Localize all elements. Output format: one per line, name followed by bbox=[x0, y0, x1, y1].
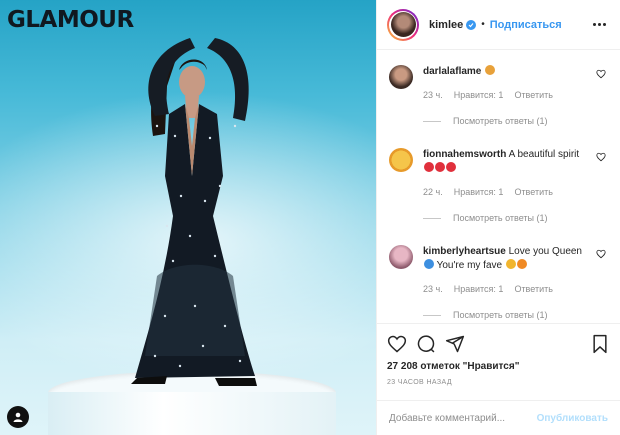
commenter-avatar[interactable] bbox=[389, 65, 413, 89]
fire-emoji-icon bbox=[516, 259, 527, 269]
add-comment-bar: Добавьте комментарий... Опубликовать bbox=[377, 400, 620, 435]
comment-username[interactable]: darlalaflame bbox=[423, 66, 481, 77]
comment-input[interactable]: Добавьте комментарий... bbox=[389, 413, 537, 424]
user-tag-button[interactable] bbox=[7, 406, 29, 428]
follow-button[interactable]: Подписаться bbox=[490, 19, 562, 31]
separator-dot: • bbox=[481, 19, 485, 30]
comment-text: Love you Queen bbox=[508, 246, 582, 257]
likes-count[interactable]: 27 208 отметок "Нравится" bbox=[387, 361, 610, 372]
comment-likes[interactable]: Нравится: 1 bbox=[454, 282, 504, 296]
smile-emoji-icon bbox=[485, 65, 496, 75]
commenter-avatar[interactable] bbox=[389, 148, 413, 172]
commenter-avatar[interactable] bbox=[389, 245, 413, 269]
bookmark-icon[interactable] bbox=[590, 334, 610, 354]
post-actions: 27 208 отметок "Нравится" 23 часов назад bbox=[377, 323, 620, 386]
comment-item: fionnahemsworth A beautiful spirit 22 ч.… bbox=[377, 128, 620, 225]
comment-heart-icon[interactable] bbox=[596, 69, 606, 79]
author-avatar[interactable] bbox=[387, 8, 419, 41]
publish-button[interactable]: Опубликовать bbox=[537, 413, 608, 424]
star-eyes-emoji-icon bbox=[505, 259, 516, 269]
comment-likes[interactable]: Нравится: 1 bbox=[454, 185, 504, 199]
model-figure bbox=[131, 38, 257, 386]
comment-heart-icon[interactable] bbox=[596, 152, 606, 162]
comment-likes[interactable]: Нравится: 1 bbox=[454, 88, 504, 102]
heart-emoji-icon bbox=[446, 162, 456, 172]
reply-button[interactable]: Ответить bbox=[514, 88, 552, 102]
comment-username[interactable]: kimberlyheartsue bbox=[423, 246, 506, 257]
comment-time: 22 ч. bbox=[423, 187, 443, 197]
comment-heart-icon[interactable] bbox=[596, 249, 606, 259]
comment-item: darlalaflame 23 ч. Нравится: 1 Ответить … bbox=[377, 51, 620, 128]
view-replies-label: Посмотреть ответы (1) bbox=[453, 116, 548, 126]
reply-button[interactable]: Ответить bbox=[514, 282, 552, 296]
blue-heart-emoji-icon bbox=[424, 259, 434, 269]
post-panel: kimlee • Подписаться darlalaflame 23 ч. … bbox=[376, 0, 620, 435]
heart-icon[interactable] bbox=[387, 334, 407, 354]
view-replies-label: Посмотреть ответы (1) bbox=[453, 213, 548, 223]
post-header: kimlee • Подписаться bbox=[377, 0, 620, 50]
comment-username[interactable]: fionnahemsworth bbox=[423, 149, 506, 160]
post-timestamp: 23 часов назад bbox=[387, 379, 452, 386]
author-username[interactable]: kimlee bbox=[429, 19, 463, 31]
verified-icon bbox=[466, 19, 477, 30]
reply-button[interactable]: Ответить bbox=[514, 185, 552, 199]
comment-time: 23 ч. bbox=[423, 90, 443, 100]
user-tag-icon bbox=[13, 412, 23, 422]
view-replies-button[interactable]: Посмотреть ответы (1) bbox=[423, 211, 588, 225]
view-replies-button[interactable]: Посмотреть ответы (1) bbox=[423, 114, 588, 128]
comment-text-continued: You're my fave bbox=[436, 260, 503, 271]
heart-emoji-icon bbox=[435, 162, 445, 172]
comment-item: kimberlyheartsue Love you Queen You're m… bbox=[377, 225, 620, 322]
more-icon[interactable] bbox=[589, 19, 610, 30]
comments-list[interactable]: darlalaflame 23 ч. Нравится: 1 Ответить … bbox=[377, 51, 620, 323]
share-icon[interactable] bbox=[445, 334, 465, 354]
comment-text: A beautiful spirit bbox=[508, 149, 580, 160]
comment-icon[interactable] bbox=[416, 334, 436, 354]
post-photo[interactable]: GLAMOUR bbox=[0, 0, 376, 435]
comment-time: 23 ч. bbox=[423, 284, 443, 294]
heart-emoji-icon bbox=[424, 162, 434, 172]
